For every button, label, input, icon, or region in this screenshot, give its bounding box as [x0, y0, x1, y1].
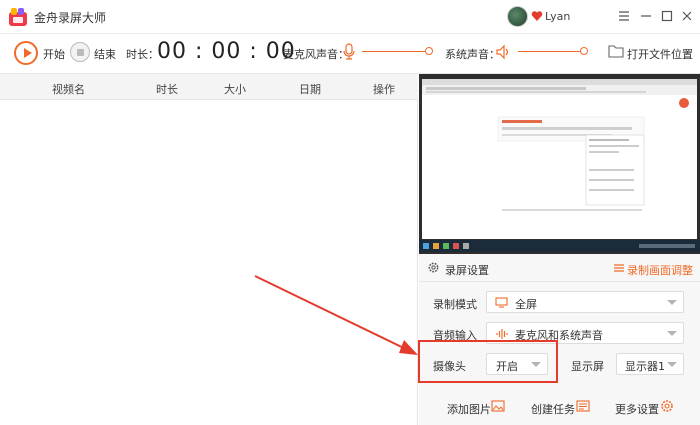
- mic-volume-knob[interactable]: [425, 47, 433, 55]
- column-size: 大小: [224, 83, 246, 96]
- adjust-icon[interactable]: [613, 262, 625, 274]
- chevron-down-icon: [667, 300, 677, 305]
- record-mode-label: 录制模式: [433, 298, 477, 311]
- more-settings-button[interactable]: 更多设置: [615, 401, 659, 417]
- close-icon[interactable]: [680, 9, 694, 23]
- control-bar: 开始 结束 时长： 00 : 00 : 00 麦克风声音： 系统声音： 打开文件…: [0, 34, 700, 74]
- audio-wave-icon: [496, 329, 508, 339]
- system-volume-knob[interactable]: [580, 47, 588, 55]
- screen-preview: [419, 74, 700, 254]
- mic-volume-slider[interactable]: [362, 51, 428, 52]
- preview-screen-image: [422, 79, 697, 239]
- record-mode-select[interactable]: 全屏: [486, 291, 684, 313]
- display-label: 显示屏: [571, 360, 604, 373]
- record-timer: 00 : 00 : 00: [157, 39, 296, 64]
- start-record-button[interactable]: [14, 41, 38, 65]
- stop-record-button[interactable]: [70, 42, 90, 62]
- app-logo-icon: [9, 8, 27, 26]
- preview-taskbar: [419, 240, 700, 252]
- start-label[interactable]: 开始: [43, 46, 65, 62]
- speaker-icon[interactable]: [495, 44, 511, 60]
- create-task-button[interactable]: 创建任务: [531, 401, 575, 417]
- title-bar: 金舟录屏大师 Lyan: [0, 0, 700, 34]
- avatar[interactable]: [507, 6, 528, 27]
- display-select[interactable]: 显示器1: [616, 353, 684, 375]
- chevron-down-icon: [667, 362, 677, 367]
- gear-icon: [428, 262, 439, 273]
- vip-heart-icon: [531, 11, 543, 21]
- column-actions: 操作: [373, 83, 395, 96]
- recording-list-header: 视频名 时长 大小 日期 操作: [0, 74, 418, 100]
- settings-header: 录屏设置 录制画面调整: [419, 254, 700, 282]
- open-folder-button[interactable]: 打开文件位置: [627, 46, 693, 62]
- end-label[interactable]: 结束: [94, 46, 116, 62]
- folder-icon[interactable]: [608, 44, 624, 58]
- display-value: 显示器1: [625, 360, 665, 373]
- record-area-adjust-link[interactable]: 录制画面调整: [627, 262, 693, 278]
- mic-volume-label: 麦克风声音：: [283, 48, 349, 61]
- column-video-name: 视频名: [52, 83, 85, 96]
- menu-icon[interactable]: [617, 9, 631, 23]
- microphone-icon[interactable]: [342, 43, 356, 61]
- settings-gear-icon[interactable]: [660, 399, 674, 413]
- system-volume-label: 系统声音：: [445, 48, 500, 61]
- chevron-down-icon: [667, 331, 677, 336]
- minimize-icon[interactable]: [639, 9, 653, 23]
- username[interactable]: Lyan: [545, 10, 570, 23]
- settings-title: 录屏设置: [445, 264, 489, 277]
- column-date: 日期: [299, 83, 321, 96]
- add-image-button[interactable]: 添加图片: [447, 401, 491, 417]
- maximize-icon[interactable]: [660, 9, 674, 23]
- recording-list[interactable]: [0, 100, 418, 425]
- image-icon[interactable]: [491, 400, 505, 412]
- monitor-icon: [495, 297, 508, 308]
- column-duration: 时长: [156, 83, 178, 96]
- system-volume-slider[interactable]: [518, 51, 584, 52]
- app-title: 金舟录屏大师: [34, 11, 107, 25]
- duration-label: 时长：: [126, 48, 159, 61]
- record-mode-value: 全屏: [515, 298, 537, 311]
- highlight-box: [418, 340, 558, 383]
- task-icon[interactable]: [576, 400, 590, 412]
